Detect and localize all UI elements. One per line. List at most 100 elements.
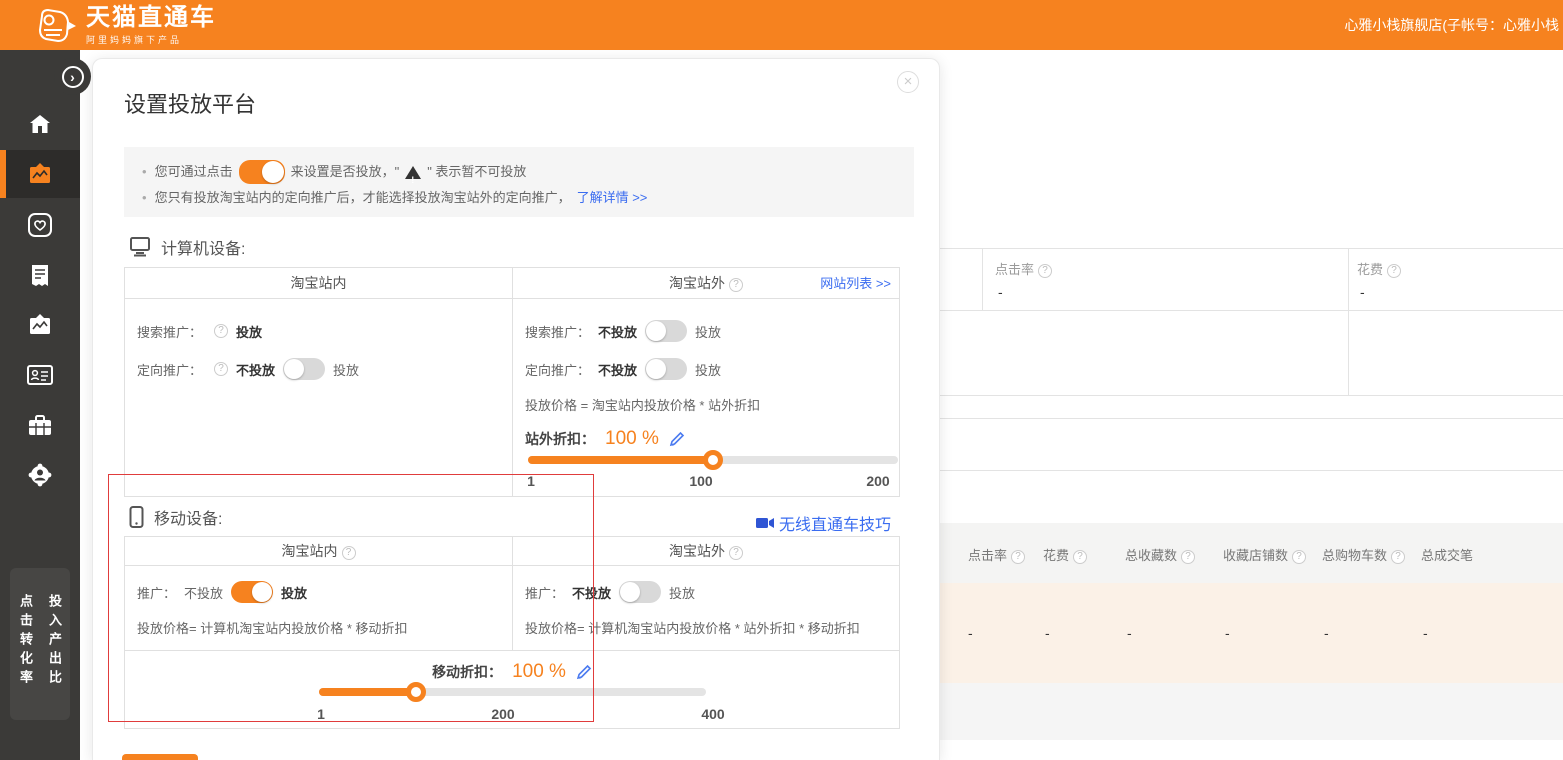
help-icon[interactable]: ? <box>1391 550 1405 564</box>
sidebar-item-tools[interactable] <box>0 401 80 449</box>
summary-value-ctr: - <box>998 284 1003 300</box>
sidebar-item-report[interactable] <box>0 251 80 299</box>
divider <box>1348 248 1349 395</box>
offsite-discount-label: 站外折扣： <box>525 429 595 449</box>
computer-icon <box>129 237 151 257</box>
col-header: 花费? <box>1043 545 1087 564</box>
metric-click-conversion: 点击转化率 <box>16 594 35 720</box>
tip-box: • 您可通过点击 来设置是否投放，" " 表示暂不可投放 • 您只有投放淘宝站内… <box>124 147 914 217</box>
slider-tick: 1 <box>527 473 535 489</box>
promo-row: 推广： 不投放 投放 <box>137 580 512 604</box>
help-icon[interactable]: ? <box>214 324 228 338</box>
help-icon[interactable]: ? <box>1038 264 1052 278</box>
learn-more-link[interactable]: 了解详情 >> <box>577 185 648 211</box>
warning-icon <box>405 166 421 179</box>
slider-tick: 400 <box>701 706 724 722</box>
help-icon[interactable]: ? <box>214 362 228 376</box>
target-in-toggle[interactable] <box>283 358 325 380</box>
help-icon[interactable]: ? <box>1181 550 1195 564</box>
user-icon <box>28 463 52 487</box>
table-row[interactable] <box>940 583 1563 683</box>
cell-value: - <box>1423 625 1428 641</box>
top-bar: 天猫直通车 阿里妈妈旗下产品 心雅小栈旗舰店(子帐号：心雅小栈 <box>0 0 1563 50</box>
cell-value: - <box>1225 625 1230 641</box>
slider-handle[interactable] <box>703 450 723 470</box>
slider-tick: 100 <box>689 473 712 489</box>
help-icon[interactable]: ? <box>729 278 743 292</box>
summary-label-ctr: 点击率? <box>995 259 1052 278</box>
briefcase-icon <box>28 415 52 436</box>
offsite-discount-slider[interactable] <box>528 450 898 470</box>
app-logo[interactable]: 天猫直通车 阿里妈妈旗下产品 <box>34 5 216 46</box>
campaign-board-icon <box>28 163 52 185</box>
slider-tick: 1 <box>317 706 325 722</box>
search-promo-row: 搜索推广：? 投放 <box>137 319 512 343</box>
search-out-toggle[interactable] <box>645 320 687 342</box>
sidebar-item-home[interactable] <box>0 100 80 148</box>
mobile-out-formula: 投放价格= 计算机淘宝站内投放价格 * 站外折扣 * 移动折扣 <box>525 618 899 637</box>
sidebar-item-account-card[interactable] <box>0 351 80 399</box>
sidebar-item-favorites[interactable] <box>0 201 80 249</box>
mobile-section-header: 移动设备: <box>129 505 222 529</box>
summary-value-cost: - <box>1360 284 1365 300</box>
mobile-discount-value: 100 % <box>512 661 566 683</box>
edit-icon[interactable] <box>576 664 592 680</box>
help-icon[interactable]: ? <box>1011 550 1025 564</box>
help-icon[interactable]: ? <box>729 546 743 560</box>
logo-subtitle: 阿里妈妈旗下产品 <box>86 33 216 46</box>
slider-handle[interactable] <box>406 682 426 702</box>
mobile-in-cell: 推广： 不投放 投放 投放价格= 计算机淘宝站内投放价格 * 移动折扣 <box>125 566 512 650</box>
col-header: 点击率? <box>968 545 1025 564</box>
price-formula: 投放价格 = 淘宝站内投放价格 * 站外折扣 <box>525 395 899 414</box>
app-window: 点击率? - 花费? - 点击率? 花费? 总收藏数? 收藏店铺数? 总购物车数… <box>0 0 1563 760</box>
computer-section-header: 计算机设备: <box>129 235 245 259</box>
cell-value: - <box>1127 625 1132 641</box>
col-header-taobao-out: 淘宝站外? 网站列表 >> <box>512 268 899 298</box>
cell-value: - <box>1324 625 1329 641</box>
target-out-toggle[interactable] <box>645 358 687 380</box>
confirm-button[interactable] <box>122 754 198 760</box>
col-header-taobao-in: 淘宝站内? <box>125 537 512 565</box>
site-list-link[interactable]: 网站列表 >> <box>820 268 891 299</box>
col-header: 收藏店铺数? <box>1223 545 1306 564</box>
mobile-in-toggle[interactable] <box>231 581 273 603</box>
wireless-tips-link[interactable]: 无线直通车技巧 <box>756 511 891 535</box>
sidebar-item-creative[interactable] <box>0 301 80 349</box>
help-icon[interactable]: ? <box>1387 264 1401 278</box>
slider-tick: 200 <box>866 473 889 489</box>
close-icon[interactable]: × <box>897 71 919 93</box>
home-icon <box>29 114 51 134</box>
table-row[interactable] <box>940 683 1563 740</box>
heart-icon <box>28 213 52 237</box>
divider <box>938 418 1563 419</box>
mobile-in-formula: 投放价格= 计算机淘宝站内投放价格 * 移动折扣 <box>137 618 512 637</box>
help-icon[interactable]: ? <box>1073 550 1087 564</box>
receipt-icon <box>30 264 50 287</box>
mobile-discount-slider[interactable] <box>319 682 706 702</box>
example-toggle[interactable] <box>239 160 285 184</box>
col-header: 总购物车数? <box>1322 545 1405 564</box>
sidebar: › 点击转化率 投入产出比 <box>0 50 80 760</box>
cell-value: - <box>1045 625 1050 641</box>
video-camera-icon <box>756 517 774 529</box>
divider <box>982 248 983 310</box>
target-promo-row: 定向推广： 不投放 投放 <box>525 357 899 381</box>
sidebar-metrics-panel[interactable]: 点击转化率 投入产出比 <box>10 568 70 720</box>
train-logo-icon <box>34 6 78 46</box>
sidebar-item-user[interactable] <box>0 451 80 499</box>
sidebar-item-campaign[interactable] <box>0 150 80 198</box>
mobile-out-toggle[interactable] <box>619 581 661 603</box>
metric-roi: 投入产出比 <box>45 594 64 720</box>
divider <box>938 395 1563 396</box>
help-icon[interactable]: ? <box>1292 550 1306 564</box>
help-icon[interactable]: ? <box>342 546 356 560</box>
col-header-taobao-out: 淘宝站外? <box>512 537 899 565</box>
account-name[interactable]: 心雅小栈旗舰店(子帐号：心雅小栈 <box>1344 0 1563 50</box>
tip-line-2: • 您只有投放淘宝站内的定向推广后，才能选择投放淘宝站外的定向推广， 了解详情 … <box>142 185 896 211</box>
promo-row: 推广： 不投放 投放 <box>525 580 899 604</box>
board-icon <box>28 314 52 336</box>
edit-icon[interactable] <box>669 431 685 447</box>
id-card-icon <box>27 365 53 385</box>
offsite-discount-value: 100 % <box>605 428 659 450</box>
sidebar-expand-button[interactable]: › <box>54 58 91 95</box>
